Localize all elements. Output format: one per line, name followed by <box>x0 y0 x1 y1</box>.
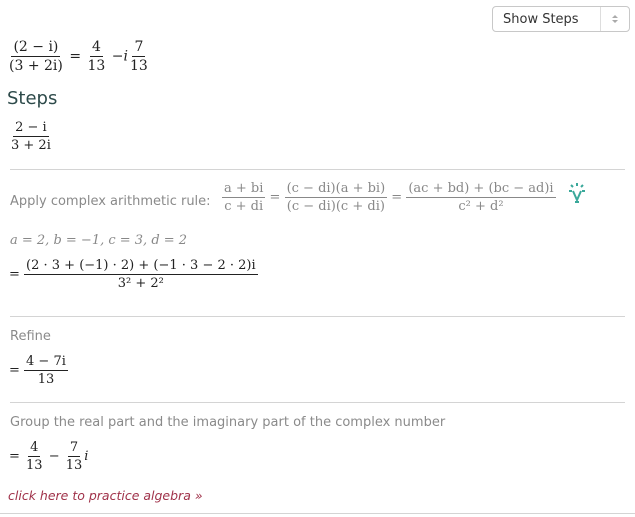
practice-algebra-link[interactable]: click here to practice algebra » <box>8 488 203 503</box>
lightbulb-icon[interactable] <box>566 182 588 208</box>
step-3-result: = 4 13 − 7 13 i <box>9 440 89 473</box>
step-1-result: = (2 · 3 + (−1) · 2) + (−1 · 3 − 2 · 2)i… <box>9 258 258 291</box>
step-1-label: Apply complex arithmetic rule: <box>10 194 211 209</box>
result-expression: (2 − i) (3 + 2i) = 4 13 −i 7 13 <box>9 39 148 74</box>
step-1-rule: a + bi c + di = (c − di)(a + bi) (c − di)(… <box>222 181 556 214</box>
select-value: Show Steps <box>503 11 579 27</box>
step-2-result: = 4 − 7i 13 <box>9 354 68 387</box>
start-expression: 2 − i3 + 2i <box>11 120 51 153</box>
divider <box>10 316 625 317</box>
step-2-label: Refine <box>10 329 51 344</box>
show-steps-select[interactable]: Show Steps <box>492 6 630 32</box>
select-arrows-icon <box>600 7 629 31</box>
step-3-label: Group the real part and the imaginary pa… <box>10 415 446 430</box>
divider <box>10 169 625 170</box>
divider <box>10 402 625 403</box>
steps-heading: Steps <box>7 88 58 109</box>
divider <box>0 513 635 514</box>
step-1-assign: a = 2, b = −1, c = 3, d = 2 <box>10 233 188 248</box>
